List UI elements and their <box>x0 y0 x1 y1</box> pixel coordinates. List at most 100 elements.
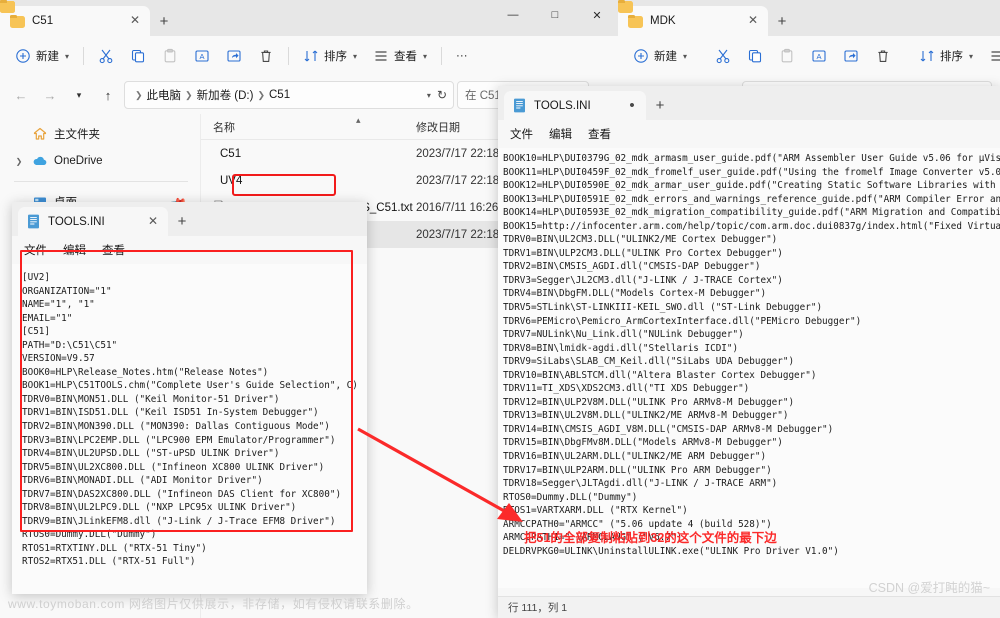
paste-button[interactable] <box>772 42 802 70</box>
window-controls: — □ ✕ <box>492 0 618 30</box>
notepad-text-area[interactable]: BOOK10=HLP\DUI0379G_02_mdk_armasm_user_g… <box>498 148 1000 588</box>
notepad-window-c51[interactable]: TOOLS.INI ✕ + 文件 编辑 查看 [UV2] ORGANIZATIO… <box>12 202 367 594</box>
cut-button[interactable] <box>708 42 738 70</box>
sidebar-item-home[interactable]: 主文件夹 <box>6 121 194 147</box>
new-tab-icon[interactable]: + <box>646 92 674 120</box>
file-name-cell: C51 <box>201 148 416 160</box>
share-icon <box>227 50 241 62</box>
paste-icon <box>164 48 176 63</box>
sort-label: 排序 <box>940 51 964 63</box>
notepad-menubar: 文件 编辑 查看 <box>498 120 1000 148</box>
sort-button[interactable]: 排序 ▾ <box>912 42 980 70</box>
rename-button[interactable]: A <box>187 42 217 70</box>
more-button[interactable]: ··· <box>449 42 475 70</box>
explorer-tab-c51[interactable]: C51 ✕ <box>0 6 150 36</box>
menu-edit[interactable]: 编辑 <box>549 126 572 142</box>
chevron-down-icon: ▾ <box>353 51 358 61</box>
column-header-name[interactable]: 名称 <box>201 119 416 135</box>
recent-dropdown-button[interactable]: ▾ <box>66 82 92 108</box>
sort-button[interactable]: 排序 ▾ <box>296 42 364 70</box>
notepad-text-area[interactable]: [UV2] ORGANIZATION="1" NAME="1", "1" EMA… <box>12 264 367 594</box>
notepad-menubar: 文件 编辑 查看 <box>12 236 367 264</box>
menu-file[interactable]: 文件 <box>24 242 47 258</box>
close-tab-icon[interactable]: ✕ <box>144 213 162 231</box>
breadcrumb-separator: ❯ <box>135 89 143 100</box>
chevron-down-icon: ▾ <box>65 51 70 61</box>
copy-button[interactable] <box>123 42 153 70</box>
new-tab-icon[interactable]: + <box>768 8 796 36</box>
toolbar: 新建 ▾ A 排序 <box>618 36 1000 76</box>
rename-icon: A <box>812 50 826 62</box>
notepad-tabbar: TOOLS.INI • + <box>498 86 1000 120</box>
forward-button[interactable]: → <box>37 82 63 108</box>
chevron-down-icon: ▾ <box>969 51 974 61</box>
up-button[interactable]: ↑ <box>95 82 121 108</box>
new-icon <box>16 49 30 63</box>
menu-edit[interactable]: 编辑 <box>63 242 86 258</box>
new-button[interactable]: 新建 ▾ <box>8 42 76 70</box>
breadcrumb-separator: ❯ <box>257 89 265 100</box>
sidebar-item-label: OneDrive <box>54 155 103 167</box>
address-actions: ▾ ↻ <box>426 88 447 102</box>
menu-file[interactable]: 文件 <box>510 126 533 142</box>
view-icon <box>991 51 1000 61</box>
close-button[interactable]: ✕ <box>576 0 618 30</box>
notepad-file-icon <box>514 98 525 113</box>
notepad-tab[interactable]: TOOLS.INI ✕ <box>18 207 168 236</box>
chevron-down-icon[interactable]: ▾ <box>427 91 431 100</box>
maximize-button[interactable]: □ <box>534 0 576 30</box>
svg-text:A: A <box>817 52 822 61</box>
share-button[interactable] <box>219 42 249 70</box>
divider <box>441 47 443 65</box>
breadcrumb-item[interactable]: C51 <box>269 89 290 101</box>
screen: MDK ✕ + 新建 ▾ A 排序 ▾ C51 ✕ + — □ ✕ 新建 ▾ A… <box>0 0 1000 618</box>
menu-view[interactable]: 查看 <box>102 242 125 258</box>
view-label: 查看 <box>394 51 418 63</box>
back-button[interactable]: ← <box>8 82 34 108</box>
sort-label: 排序 <box>324 51 348 63</box>
paste-button[interactable] <box>155 42 185 70</box>
delete-button[interactable] <box>868 42 898 70</box>
more-label: ··· <box>456 50 468 62</box>
new-label: 新建 <box>654 51 677 63</box>
share-button[interactable] <box>836 42 866 70</box>
address-bar[interactable]: ❯ 此电脑 ❯ 新加卷 (D:) ❯ C51 ▾ ↻ <box>124 81 454 109</box>
folder-icon <box>10 14 25 28</box>
copy-button[interactable] <box>740 42 770 70</box>
divider <box>288 47 290 65</box>
close-tab-icon[interactable]: ✕ <box>744 12 762 30</box>
delete-icon <box>261 50 271 62</box>
cloud-icon <box>33 156 47 166</box>
explorer-tab-mdk[interactable]: MDK ✕ <box>618 6 768 36</box>
breadcrumb-item[interactable]: 新加卷 (D:) <box>197 87 254 103</box>
delete-button[interactable] <box>251 42 281 70</box>
new-button[interactable]: 新建 ▾ <box>626 42 694 70</box>
file-name: UV4 <box>220 174 243 187</box>
chevron-right-icon[interactable]: ❯ <box>12 157 26 166</box>
new-tab-icon[interactable]: + <box>168 208 196 236</box>
new-icon <box>634 49 648 63</box>
close-tab-icon[interactable]: ✕ <box>126 12 144 30</box>
divider <box>83 47 85 65</box>
notepad-statusbar: 行 111，列 1 <box>498 596 1000 618</box>
view-button[interactable]: 查看 ▾ <box>982 42 1000 70</box>
rename-button[interactable]: A <box>804 42 834 70</box>
share-icon <box>844 50 858 62</box>
delete-icon <box>878 50 888 62</box>
menu-view[interactable]: 查看 <box>588 126 611 142</box>
refresh-icon[interactable]: ↻ <box>437 88 447 102</box>
divider <box>14 181 188 182</box>
notepad-file-icon <box>28 214 39 229</box>
titlebar: MDK ✕ + <box>618 0 1000 36</box>
minimize-button[interactable]: — <box>492 0 534 30</box>
cursor-position: 行 111，列 1 <box>508 602 568 614</box>
copy-icon <box>748 49 762 63</box>
notepad-tab[interactable]: TOOLS.INI • <box>504 91 646 120</box>
cut-button[interactable] <box>91 42 121 70</box>
breadcrumb-item[interactable]: 此电脑 <box>147 87 182 103</box>
new-tab-icon[interactable]: + <box>150 8 178 36</box>
sidebar-item-onedrive[interactable]: ❯ OneDrive <box>6 148 194 174</box>
rename-icon: A <box>195 50 209 62</box>
view-button[interactable]: 查看 ▾ <box>366 42 434 70</box>
sort-ascending-icon: ▴ <box>356 115 361 125</box>
